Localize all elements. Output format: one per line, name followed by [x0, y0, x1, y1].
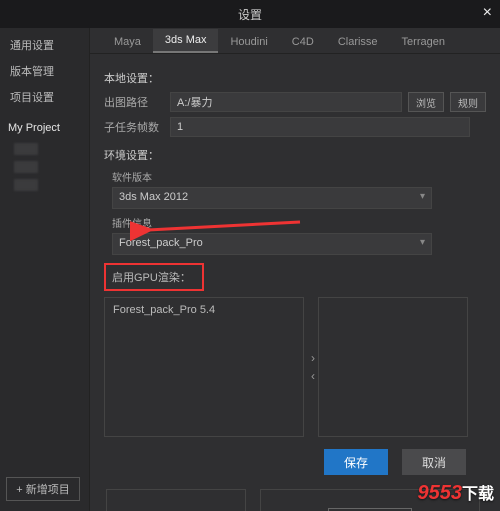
cancel-button[interactable]: 取消	[402, 449, 466, 475]
plugin-panels: Forest_pack_Pro 5.4 › ‹	[104, 297, 486, 437]
tab-c4d[interactable]: C4D	[280, 31, 326, 53]
config-list-panel	[106, 489, 246, 511]
sidebar: 通用设置 版本管理 项目设置 My Project + 新增项目	[0, 28, 90, 511]
output-path-input[interactable]	[170, 92, 402, 112]
plugin-dropdown[interactable]: Forest_pack_Pro	[112, 233, 432, 255]
tab-maya[interactable]: Maya	[102, 31, 153, 53]
content: 本地设置： 出图路径 浏览 规则 子任务帧数 环境设置： 软件版本 3ds Ma…	[90, 54, 500, 511]
tab-clarisse[interactable]: Clarisse	[326, 31, 390, 53]
sidebar-item-version[interactable]: 版本管理	[0, 58, 89, 84]
software-version-value: 3ds Max 2012	[119, 191, 188, 203]
watermark: 9553下载	[417, 480, 494, 505]
sidebar-project-entry[interactable]	[14, 143, 38, 155]
transfer-right-icon[interactable]: ›	[311, 351, 315, 365]
tab-terragen[interactable]: Terragen	[390, 31, 457, 53]
software-version-dropdown[interactable]: 3ds Max 2012	[112, 187, 432, 209]
plugin-list-item[interactable]: Forest_pack_Pro 5.4	[105, 298, 303, 322]
subtask-label: 子任务帧数	[104, 119, 164, 135]
titlebar: 设置 ×	[0, 0, 500, 28]
sidebar-item-project[interactable]: 项目设置	[0, 84, 89, 110]
output-path-label: 出图路径	[104, 94, 164, 110]
tab-houdini[interactable]: Houdini	[218, 31, 279, 53]
local-section-title: 本地设置：	[104, 70, 486, 86]
available-plugins-panel: Forest_pack_Pro 5.4 › ‹	[104, 297, 304, 437]
plugin-value: Forest_pack_Pro	[119, 237, 203, 249]
sidebar-group-title: My Project	[0, 116, 89, 140]
sidebar-item-general[interactable]: 通用设置	[0, 32, 89, 58]
plugin-label: 插件信息	[112, 215, 486, 230]
window-title: 设置	[238, 6, 262, 23]
save-button[interactable]: 保存	[324, 449, 388, 475]
software-version-label: 软件版本	[112, 169, 486, 184]
sidebar-project-entry[interactable]	[14, 179, 38, 191]
close-icon[interactable]: ×	[483, 4, 492, 22]
transfer-left-icon[interactable]: ‹	[311, 369, 315, 383]
tab-3dsmax[interactable]: 3ds Max	[153, 29, 219, 53]
subtask-input[interactable]	[170, 117, 470, 137]
rule-button[interactable]: 规则	[450, 92, 486, 112]
sidebar-project-entry[interactable]	[14, 161, 38, 173]
main-area: Maya 3ds Max Houdini C4D Clarisse Terrag…	[90, 28, 500, 511]
tabs: Maya 3ds Max Houdini C4D Clarisse Terrag…	[90, 28, 500, 54]
add-project-button[interactable]: + 新增项目	[6, 477, 80, 501]
gpu-render-label: 启用GPU渲染：	[104, 263, 204, 291]
browse-button[interactable]: 浏览	[408, 92, 444, 112]
env-section-title: 环境设置：	[104, 147, 486, 163]
selected-plugins-panel	[318, 297, 468, 437]
